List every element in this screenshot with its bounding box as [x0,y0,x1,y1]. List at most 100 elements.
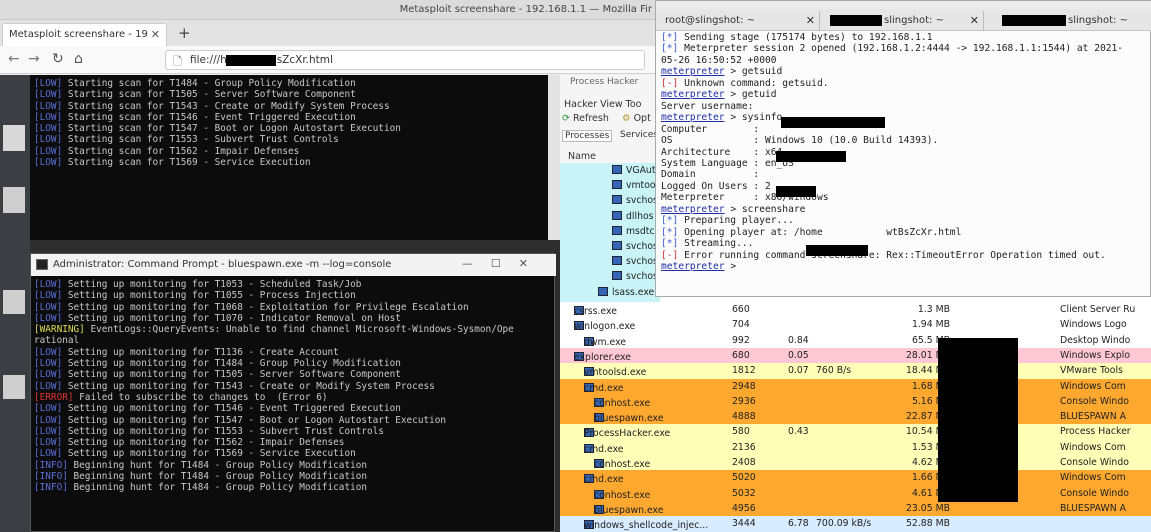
process-row[interactable]: svchos [612,195,658,206]
log-level-tag: [LOW] [34,134,63,146]
process-name: conhost.exe [594,459,651,470]
process-pid: 992 [732,334,750,346]
close-tab-icon[interactable]: ✕ [151,28,160,41]
log-level-tag: [LOW] [34,100,63,112]
terminal-text: Sending stage (175174 bytes) to 192.168.… [678,32,933,43]
log-level-tag: [LOW] [34,123,63,135]
prompt: meterpreter [661,89,725,101]
home-icon[interactable]: ⌂ [74,51,83,67]
process-row[interactable]: svchos [612,271,658,282]
process-row[interactable]: conhost.exe 2408 4.62 MB Console Windo [560,455,1151,471]
terminal-text: > screenshare [724,203,806,215]
terminal-line: Meterpreter : x86/windows [661,192,1147,203]
process-name: svchos [626,195,658,207]
process-io: 760 B/s [816,365,852,377]
process-row[interactable]: msdtc [612,225,655,237]
terminal-tab[interactable]: root@slingshot: ~ ✕ [660,11,820,31]
cmd-line: [LOW] Setting up monitoring for T1562 - … [34,437,553,448]
desktop-icon[interactable] [3,125,25,151]
terminal-tabbar: root@slingshot: ~ ✕ slingshot: ~ ✕ sling… [656,9,1151,31]
process-row[interactable]: windows_shellcode_injec... 3444 6.78 700.09… [560,516,1151,532]
new-tab-icon[interactable]: + [178,24,191,42]
redaction-block [806,245,868,256]
tab-services[interactable]: Services [620,130,658,140]
log-text: Starting scan for T1484 - Group Policy M… [62,78,356,89]
terminal-tab[interactable]: slingshot: ~ ✕ [824,11,984,31]
reload-icon[interactable]: ↻ [52,51,64,67]
terminal-text: Preparing player... [678,215,794,227]
process-row[interactable]: dwm.exe 992 0.84 65.5 MB Desktop Windo [560,332,1151,348]
close-tab-icon[interactable]: ✕ [970,14,979,27]
process-name: cmd.exe [584,474,624,486]
terminal-output[interactable]: [*] Sending stage (175174 bytes) to 192.… [659,32,1149,298]
log-level-tag: [INFO] [34,482,68,494]
process-icon [612,180,622,190]
log-text: Beginning hunt for T1484 - Group Policy … [67,459,368,471]
process-row[interactable]: dllhos [612,210,654,222]
process-row[interactable]: svchos [612,241,658,252]
forward-icon[interactable]: → [28,51,40,67]
redaction-block [781,117,885,128]
back-icon[interactable]: ← [8,51,20,67]
minimize-icon[interactable]: — [462,257,491,270]
console-scrollbar[interactable] [548,75,560,240]
process-row[interactable]: ProcessHacker.exe 580 0.43 10.54 MB Process … [560,424,1151,440]
process-row[interactable]: conhost.exe 2936 5.16 MB Console Windo [560,393,1151,410]
desktop-icon[interactable] [3,187,25,213]
terminal-tab[interactable]: slingshot: ~ [988,11,1146,31]
tab-processes[interactable]: Processes [562,130,613,142]
desktop-icon[interactable] [3,375,25,399]
cmd-line: [INFO] Beginning hunt for T1484 - Group … [34,471,553,482]
options-button[interactable]: ⚙ Opt [622,113,651,124]
refresh-button[interactable]: ⟳ Refresh [562,113,609,124]
console-line: [LOW] Starting scan for T1543 - Create o… [34,101,551,112]
process-icon [612,271,622,281]
process-row[interactable]: bluespawn.exe 4888 22.87 MB BLUESPAWN A [560,409,1151,425]
console-line: [LOW] Starting scan for T1505 - Server S… [34,89,551,100]
firefox-tabstrip: Metasploit screenshare - 19 ✕ + [0,20,660,46]
process-name: cmd.exe [584,443,624,455]
firefox-titlebar[interactable]: Metasploit screenshare - 192.168.1.1 — M… [0,0,660,20]
terminal-text: OS : Windows 10 (10.0 Build 14393). [661,135,939,147]
process-row[interactable]: csrss.exe 660 1.3 MB Client Server Ru [560,302,1151,318]
slingshot-terminal-window: root@slingshot: ~ ✕ slingshot: ~ ✕ sling… [655,0,1151,297]
process-row[interactable]: bluespawn.exe 4956 23.05 MB BLUESPAWN A [560,500,1151,517]
process-hacker-menu[interactable]: Hacker View Too [564,99,642,110]
cmd-line: [LOW] Setting up monitoring for T1053 - … [34,279,553,290]
log-level-tag: [ERROR] [34,391,74,403]
terminal-line: [*] Meterpreter session 2 opened (192.16… [661,43,1147,54]
process-row[interactable]: ∨ cmd.exe29481.68 MBWindows Com [560,378,1151,394]
process-row[interactable]: ∨ cmd.exe50201.66 MBWindows Com [560,470,1151,486]
process-memory: 1.3 MB [917,304,950,315]
log-text: Setting up monitoring for T1546 - Event … [62,403,401,415]
process-row[interactable]: vmtoolsd.exe 1812 0.07 760 B/s 18.44 MB VMwar… [560,363,1151,379]
maximize-icon[interactable]: ☐ [491,257,519,270]
process-row[interactable]: VGAut [612,165,655,176]
process-row[interactable]: ∨ winlogon.exe7041.94 MBWindows Logo [560,317,1151,333]
command-prompt-window: Administrator: Command Prompt - bluespaw… [30,253,556,532]
console-line: [LOW] Starting scan for T1569 - Service … [34,157,551,168]
firefox-tab[interactable]: Metasploit screenshare - 19 ✕ [2,23,167,46]
process-name: dwm.exe [584,336,627,348]
desktop-icon[interactable] [3,290,25,314]
terminal-text: Architecture : x64 [661,146,783,158]
log-text: Setting up monitoring for T1068 - Exploi… [62,301,469,313]
column-header-name[interactable]: Name [568,151,596,162]
terminal-line: Server username: [661,101,1147,112]
process-pid: 2136 [732,441,756,453]
close-tab-icon[interactable]: ✕ [806,14,815,27]
log-level-tag: [INFO] [34,459,68,471]
process-pid: 2408 [732,457,756,468]
bluespawn-scan-console: [LOW] Starting scan for T1484 - Group Po… [30,75,555,240]
terminal-line: meterpreter > getsuid [661,66,1147,77]
process-row[interactable]: vmtoo [612,180,656,191]
process-row[interactable]: ∨ explorer.exe6800.0528.01 MBWindows Exp… [560,347,1151,364]
process-icon [612,225,622,235]
process-row[interactable]: svchos [612,256,658,267]
close-icon[interactable]: ✕ [519,257,546,270]
firefox-window-title: Metasploit screenshare - 192.168.1.1 — M… [399,4,652,15]
process-row[interactable]: ∨ cmd.exe21361.53 MBWindows Com [560,439,1151,456]
process-row[interactable]: conhost.exe 5032 4.61 MB Console Windo [560,485,1151,501]
process-row[interactable]: lsass.exe [598,286,654,298]
cmd-line: [INFO] Beginning hunt for T1484 - Group … [34,460,553,471]
